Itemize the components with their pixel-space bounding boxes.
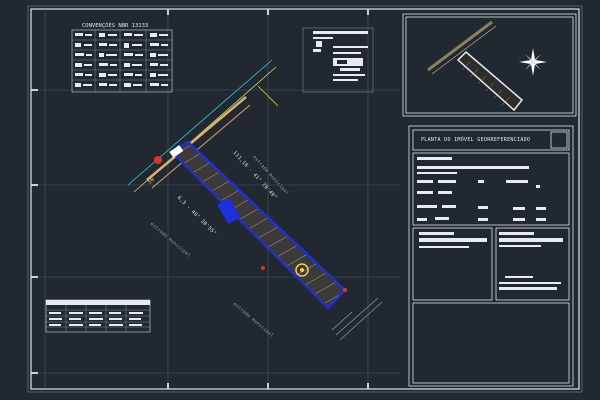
coordinate-table bbox=[45, 299, 151, 333]
title-block-header: PLANTA DO IMÓVEL GEORREFERENCIADO bbox=[421, 137, 531, 143]
lower-road bbox=[331, 297, 383, 341]
title-block-fields bbox=[417, 157, 563, 290]
notes-block bbox=[302, 27, 374, 93]
cad-drawing-canvas[interactable]: CONVENÇÕES NBR 13133 PLANTA DO IMÓVEL GE… bbox=[0, 0, 600, 400]
conventions-legend bbox=[71, 29, 173, 93]
conventions-title: CONVENÇÕES NBR 13133 bbox=[82, 23, 149, 29]
location-map bbox=[427, 20, 547, 112]
outer-frame bbox=[27, 5, 583, 393]
north-arrow-icon bbox=[519, 48, 547, 76]
cad-drawing bbox=[27, 5, 583, 393]
